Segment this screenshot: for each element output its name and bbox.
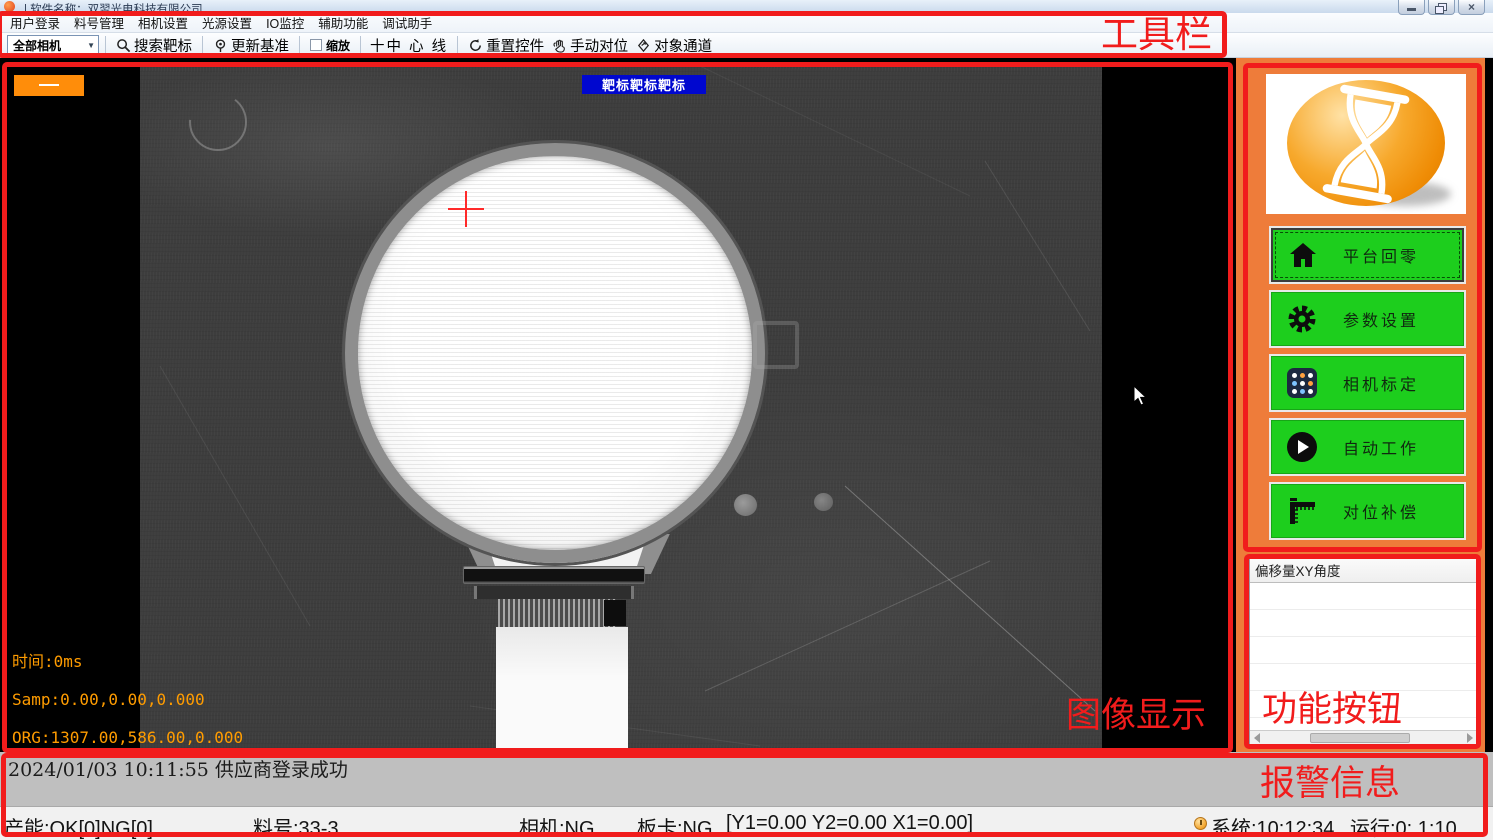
fpc-connector xyxy=(463,566,645,584)
mouse-cursor xyxy=(1133,385,1149,407)
restore-icon xyxy=(1438,3,1447,11)
channel-icon xyxy=(636,38,651,53)
platform-home-button[interactable]: 平台回零 xyxy=(1271,228,1464,282)
restore-button[interactable] xyxy=(1428,0,1455,15)
horizontal-scrollbar[interactable] xyxy=(1250,730,1477,746)
align-compensation-label: 对位补偿 xyxy=(1319,499,1443,523)
close-icon: × xyxy=(1468,1,1475,13)
align-compensation-button[interactable]: 对位补偿 xyxy=(1271,484,1464,538)
zoom-checkbox[interactable]: 缩放 xyxy=(306,37,354,54)
status-board: 板卡:NG xyxy=(637,812,713,840)
menu-bar: 用户登录料号管理相机设置光源设置IO监控辅助功能调试助手 xyxy=(0,13,1493,33)
reset-controls-button[interactable]: 重置控件 xyxy=(464,34,548,57)
status-system-time: 系统:10:12:34 xyxy=(1211,812,1334,840)
status-part-no: 料号:33-3 xyxy=(253,812,339,840)
toolbar: 全部相机 ▼ 搜索靶标 更新基准 缩放 十中 心 线 重置控件 手动对位 xyxy=(0,33,1493,58)
object-channel-button[interactable]: 对象通道 xyxy=(632,34,716,57)
close-button[interactable]: × xyxy=(1458,0,1485,15)
gear-icon xyxy=(1285,302,1319,336)
surface-dot xyxy=(734,494,757,516)
manual-align-label: 手动对位 xyxy=(570,35,628,56)
camera-indicator-chip[interactable] xyxy=(14,75,84,96)
search-icon xyxy=(116,38,131,53)
update-baseline-button[interactable]: 更新基准 xyxy=(209,34,293,57)
ribbon-traces xyxy=(498,599,616,627)
function-panel: 平台回零 参数设置 相机标定 自动工作 xyxy=(1236,58,1485,755)
toolbar-separator xyxy=(202,36,203,55)
ruler-icon xyxy=(1285,494,1319,528)
status-bar: 产能:OK[0]NG[0] 料号:33-3 相机:NG 板卡:NG [Y1=0.… xyxy=(0,806,1493,840)
object-channel-label: 对象通道 xyxy=(654,35,712,56)
image-overlay-stats: 时间:0ms Samp:0.00,0.00,0.000 ORG:1307.00,… xyxy=(12,652,243,752)
ribbon-chip xyxy=(604,600,626,626)
manual-align-button[interactable]: 手动对位 xyxy=(548,34,632,57)
camera-calibration-button[interactable]: 相机标定 xyxy=(1271,356,1464,410)
scrollbar-thumb[interactable] xyxy=(1310,733,1410,743)
camera-calibration-label: 相机标定 xyxy=(1319,371,1443,395)
overlay-samp: Samp:0.00,0.00,0.000 xyxy=(12,690,205,709)
search-target-button[interactable]: 搜索靶标 xyxy=(112,34,196,57)
checkbox-icon xyxy=(310,39,322,51)
parameter-settings-button[interactable]: 参数设置 xyxy=(1271,292,1464,346)
status-coords: [Y1=0.00 Y2=0.00 X1=0.00] xyxy=(726,812,973,835)
menu-item[interactable]: 辅助功能 xyxy=(311,11,375,34)
offset-list-header: 偏移量XY角度 xyxy=(1250,558,1477,583)
scroll-right-icon[interactable] xyxy=(1467,733,1473,743)
status-capacity: 产能:OK[0]NG[0] xyxy=(4,812,153,840)
parameter-settings-label: 参数设置 xyxy=(1319,307,1443,331)
menu-item[interactable]: 料号管理 xyxy=(67,11,131,34)
status-camera: 相机:NG xyxy=(519,812,595,840)
minimize-icon xyxy=(1407,8,1416,11)
surface-dot xyxy=(814,493,833,511)
menu-item[interactable]: 光源设置 xyxy=(195,11,259,34)
play-icon xyxy=(1285,430,1319,464)
platform-home-label: 平台回零 xyxy=(1320,243,1442,267)
image-display-area[interactable]: 靶标靶标靶标 时间:0ms Samp:0.00,0.00,0.000 ORG:1… xyxy=(8,66,1229,752)
toolbar-separator xyxy=(105,36,106,55)
crosshair-marker xyxy=(465,191,467,227)
calibration-grid-icon xyxy=(1285,366,1319,400)
reset-icon xyxy=(468,38,483,53)
overlay-time: 时间:0ms xyxy=(12,652,83,671)
crosshair-center-line-toggles[interactable]: 十中 心 线 xyxy=(367,35,451,56)
auto-work-button[interactable]: 自动工作 xyxy=(1271,420,1464,474)
scroll-left-icon[interactable] xyxy=(1254,733,1260,743)
log-message: 2024/01/03 10:11:55 供应商登录成功 xyxy=(8,755,348,782)
update-baseline-label: 更新基准 xyxy=(231,35,289,56)
camera-select[interactable]: 全部相机 ▼ xyxy=(7,35,99,55)
application-window: | 软件名称：双翌光电科技有限公司 × 用户登录料号管理相机设置光源设置IO监控… xyxy=(0,0,1493,840)
search-target-label: 搜索靶标 xyxy=(134,35,192,56)
status-run-time: 运行:0: 1:10 xyxy=(1350,812,1457,840)
toolbar-separator xyxy=(360,36,361,55)
offset-list: 偏移量XY角度 xyxy=(1249,557,1478,747)
minimize-button[interactable] xyxy=(1398,0,1425,15)
toolbar-separator xyxy=(299,36,300,55)
home-icon xyxy=(1286,238,1320,272)
surface-square-mark xyxy=(753,321,799,369)
overlay-org: ORG:1307.00,586.00,0.000 xyxy=(12,728,243,747)
clock-icon xyxy=(1194,817,1207,830)
fpc-connector-lower xyxy=(474,586,634,599)
pin-icon xyxy=(213,38,228,53)
circular-panel xyxy=(345,143,765,563)
hand-icon xyxy=(552,38,567,53)
zoom-checkbox-label: 缩放 xyxy=(326,37,350,54)
menu-item[interactable]: 相机设置 xyxy=(131,11,195,34)
reset-controls-label: 重置控件 xyxy=(486,35,544,56)
menu-item[interactable]: 调试助手 xyxy=(375,11,439,34)
camera-select-value: 全部相机 xyxy=(13,37,61,54)
menu-item[interactable]: IO监控 xyxy=(259,11,311,34)
hourglass-logo xyxy=(1266,74,1466,214)
chevron-down-icon: ▼ xyxy=(87,41,95,50)
menu-item[interactable]: 用户登录 xyxy=(3,11,67,34)
offset-list-body[interactable] xyxy=(1250,583,1477,730)
flex-cable xyxy=(496,627,628,752)
alarm-section: 2024/01/03 10:11:55 供应商登录成功 产能:OK[0]NG[0… xyxy=(0,752,1493,840)
auto-work-label: 自动工作 xyxy=(1319,435,1443,459)
target-label: 靶标靶标靶标 xyxy=(582,75,706,94)
toolbar-separator xyxy=(457,36,458,55)
